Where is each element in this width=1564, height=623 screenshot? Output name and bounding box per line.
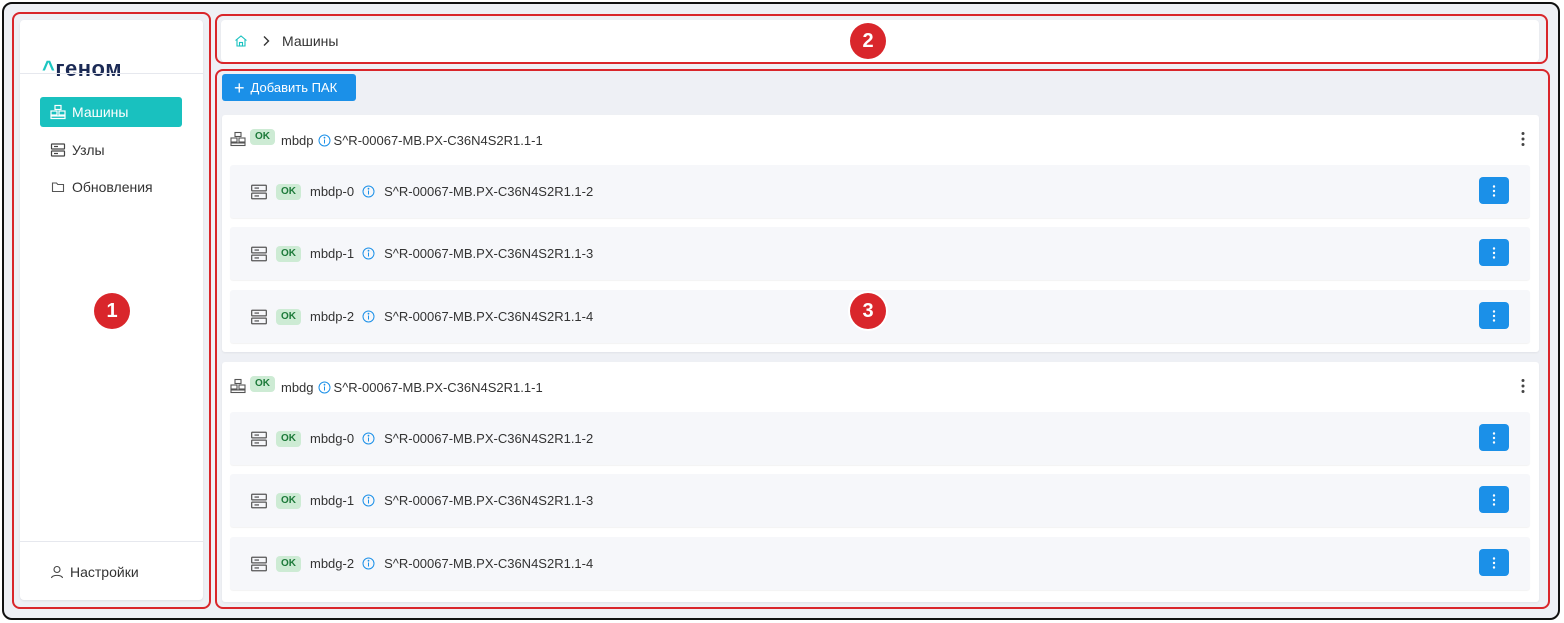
annotation-marker: 2 <box>850 23 886 59</box>
annotation-marker: 1 <box>94 293 130 329</box>
annotation-marker: 3 <box>850 293 886 329</box>
annotation-box-content <box>215 69 1550 609</box>
